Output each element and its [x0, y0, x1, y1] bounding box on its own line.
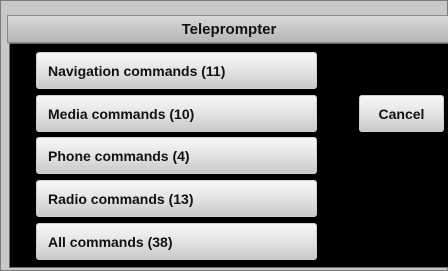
- media-commands-button[interactable]: Media commands (10): [36, 95, 317, 132]
- radio-commands-button[interactable]: Radio commands (13): [36, 180, 317, 217]
- teleprompter-window: Teleprompter Navigation commands (11) Me…: [0, 0, 448, 271]
- phone-commands-button[interactable]: Phone commands (4): [36, 137, 317, 174]
- navigation-commands-button[interactable]: Navigation commands (11): [36, 52, 317, 89]
- command-panel: Navigation commands (11) Media commands …: [9, 43, 448, 268]
- all-commands-button[interactable]: All commands (38): [36, 223, 317, 260]
- window-title: Teleprompter: [7, 15, 448, 43]
- cancel-button[interactable]: Cancel: [359, 95, 444, 132]
